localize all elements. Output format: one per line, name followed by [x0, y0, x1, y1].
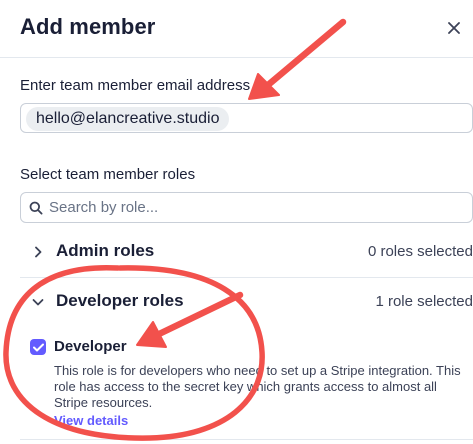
developer-roles-title: Developer roles	[56, 291, 184, 310]
dialog-header: Add member	[0, 0, 473, 58]
developer-roles-group[interactable]: Developer roles 1 role selected	[20, 278, 473, 328]
divider	[20, 439, 473, 440]
dialog-title: Add member	[20, 14, 156, 39]
developer-checkbox[interactable]	[30, 339, 46, 355]
admin-roles-count: 0 roles selected	[367, 243, 473, 260]
view-details-link[interactable]: View details	[54, 413, 128, 428]
roles-label: Select team member roles	[20, 166, 196, 183]
admin-roles-title: Admin roles	[56, 241, 155, 260]
close-button[interactable]	[443, 17, 465, 39]
email-chip[interactable]: hello@elancreative.studio	[26, 107, 230, 131]
role-search-input[interactable]: Search by role...	[20, 192, 473, 223]
add-member-dialog: Add member Enter team member email addre…	[0, 0, 473, 444]
email-label: Enter team member email address	[20, 77, 251, 94]
search-icon	[29, 201, 43, 215]
developer-role-description: This role is for developers who need to …	[54, 363, 461, 410]
chevron-down-icon	[32, 299, 44, 306]
developer-role-name: Developer	[54, 338, 127, 355]
close-icon	[448, 22, 460, 34]
search-placeholder: Search by role...	[49, 199, 159, 216]
chevron-right-icon	[35, 246, 42, 258]
admin-roles-group[interactable]: Admin roles 0 roles selected	[20, 228, 473, 278]
developer-roles-count: 1 role selected	[375, 293, 473, 310]
checkmark-icon	[32, 343, 44, 351]
email-field[interactable]: hello@elancreative.studio	[20, 103, 473, 133]
